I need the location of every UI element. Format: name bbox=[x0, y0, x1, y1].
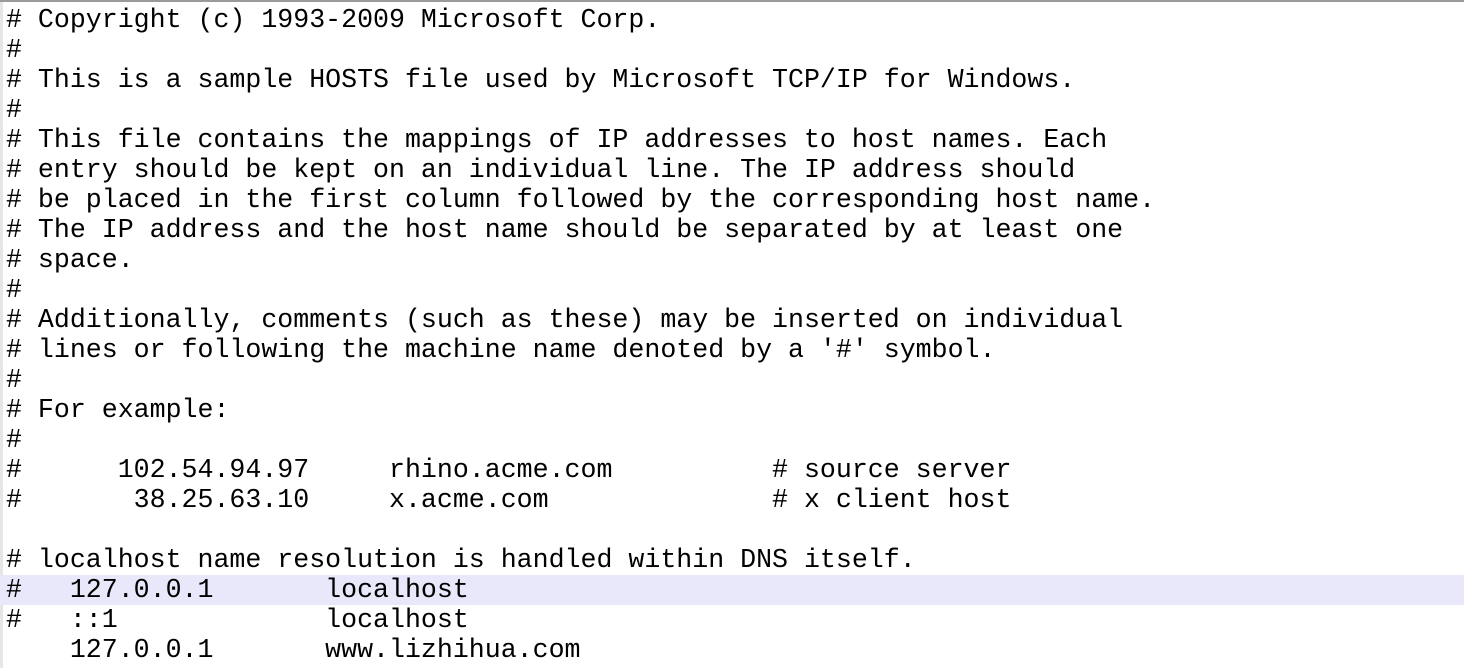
text-line-15[interactable]: # bbox=[0, 425, 1464, 455]
text-line-8[interactable]: # The IP address and the host name shoul… bbox=[0, 215, 1464, 245]
text-line-3[interactable]: # This is a sample HOSTS file used by Mi… bbox=[0, 65, 1464, 95]
text-line-13[interactable]: # bbox=[0, 365, 1464, 395]
text-line-22[interactable]: 127.0.0.1 www.lizhihua.com bbox=[0, 635, 1464, 665]
text-line-6[interactable]: # entry should be kept on an individual … bbox=[0, 155, 1464, 185]
text-line-11[interactable]: # Additionally, comments (such as these)… bbox=[0, 305, 1464, 335]
text-line-10[interactable]: # bbox=[0, 275, 1464, 305]
text-line-1[interactable]: # Copyright (c) 1993-2009 Microsoft Corp… bbox=[0, 5, 1464, 35]
text-line-2[interactable]: # bbox=[0, 35, 1464, 65]
text-line-18[interactable] bbox=[0, 515, 1464, 545]
text-editor[interactable]: # Copyright (c) 1993-2009 Microsoft Corp… bbox=[0, 0, 1464, 668]
text-line-4[interactable]: # bbox=[0, 95, 1464, 125]
text-line-5[interactable]: # This file contains the mappings of IP … bbox=[0, 125, 1464, 155]
text-line-19[interactable]: # localhost name resolution is handled w… bbox=[0, 545, 1464, 575]
text-line-17[interactable]: # 38.25.63.10 x.acme.com # x client host bbox=[0, 485, 1464, 515]
text-line-21[interactable]: # ::1 localhost bbox=[0, 605, 1464, 635]
text-line-9[interactable]: # space. bbox=[0, 245, 1464, 275]
text-line-16[interactable]: # 102.54.94.97 rhino.acme.com # source s… bbox=[0, 455, 1464, 485]
text-line-7[interactable]: # be placed in the first column followed… bbox=[0, 185, 1464, 215]
text-line-12[interactable]: # lines or following the machine name de… bbox=[0, 335, 1464, 365]
editor-text-area[interactable]: # Copyright (c) 1993-2009 Microsoft Corp… bbox=[0, 5, 1464, 665]
text-line-20[interactable]: # 127.0.0.1 localhost bbox=[0, 575, 1464, 605]
text-line-14[interactable]: # For example: bbox=[0, 395, 1464, 425]
